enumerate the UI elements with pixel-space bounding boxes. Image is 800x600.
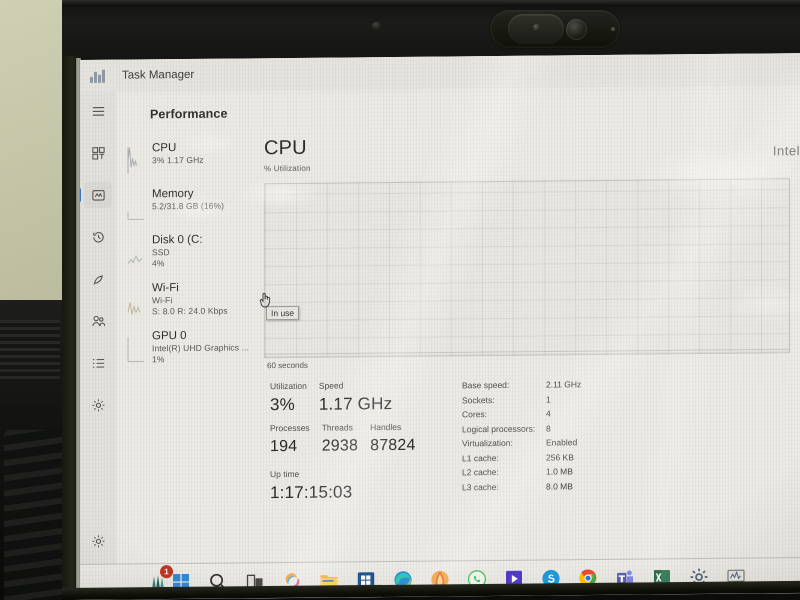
- disk-sparkline-icon: [127, 255, 143, 264]
- resource-name: Wi-Fi: [152, 282, 179, 295]
- spec-value: 8: [546, 422, 551, 434]
- laptop-photo: Task Manager Performance CPU 3% 1.17 GHz…: [0, 0, 800, 600]
- graph-x-axis-label: 60 seconds: [267, 360, 308, 371]
- cpu-sparkline-icon: [127, 147, 137, 174]
- spec-key: Base speed:: [462, 379, 510, 391]
- sidebar-item-details[interactable]: [84, 350, 112, 376]
- stat-threads: Threads 2938: [322, 421, 358, 457]
- hamburger-menu-icon[interactable]: [84, 98, 112, 124]
- stat-speed: Speed 1.17 GHz: [319, 379, 392, 416]
- window-title: Task Manager: [122, 68, 195, 82]
- webcam-lens: [566, 19, 587, 40]
- stat-label: Threads: [321, 422, 353, 433]
- spec-value: 1: [546, 393, 551, 405]
- spec-key: Logical processors:: [462, 423, 536, 434]
- webcam-mic-dot: [611, 27, 615, 31]
- resource-name: CPU: [152, 142, 177, 155]
- sidebar-item-services[interactable]: [84, 392, 112, 418]
- performance-panel: Performance CPU 3% 1.17 GHz Memory 5.2/3…: [118, 89, 800, 564]
- resource-detail: S: 8.0 R: 24.0 Kbps: [152, 305, 228, 317]
- resource-name: Memory: [152, 187, 194, 201]
- wifi-sparkline-icon: [127, 302, 141, 315]
- cpu-stats: Utilization 3% Speed 1.17 GHz Processes …: [264, 375, 790, 504]
- resource-subdetail: Intel(R) UHD Graphics ...: [152, 342, 249, 354]
- stat-label: Handles: [370, 421, 402, 433]
- cpu-specs: Base speed: 2.11 GHz Sockets: 1 Cores: 4…: [450, 375, 790, 502]
- resource-item-memory[interactable]: Memory 5.2/31.8 GB (16%): [118, 180, 258, 227]
- gpu-sparkline-icon: [127, 337, 144, 363]
- task-manager-window: Task Manager Performance CPU 3% 1.17 GHz…: [80, 53, 800, 564]
- spec-key: L3 cache:: [462, 481, 499, 492]
- resource-detail: 4%: [152, 258, 165, 269]
- sidebar-item-processes[interactable]: [84, 140, 112, 166]
- stat-value: 87824: [370, 436, 416, 455]
- sidebar-item-users[interactable]: [84, 308, 112, 334]
- graph-subtitle: % Utilization: [264, 163, 311, 174]
- cpu-utilization-plot: [265, 348, 789, 355]
- stat-utilization: Utilization 3%: [270, 380, 307, 416]
- sidebar-item-performance[interactable]: [84, 181, 112, 208]
- cpu-utilization-graph: 60 seconds: [264, 178, 790, 370]
- bezel-sensor-dot: [372, 22, 381, 29]
- intel-sticker-text: Intel: [772, 143, 800, 159]
- spec-value: 8.0 MB: [546, 480, 573, 492]
- stat-value: 3%: [270, 394, 295, 415]
- hand-cursor-icon: [259, 292, 271, 308]
- stat-value: 194: [270, 437, 298, 456]
- stat-processes: Processes 194: [270, 422, 310, 458]
- laptop-screen: Task Manager Performance CPU 3% 1.17 GHz…: [80, 53, 800, 600]
- resource-detail: 5.2/31.8 GB (16%): [152, 200, 225, 212]
- stat-value: 2938: [321, 437, 359, 455]
- spec-key: Cores:: [462, 409, 488, 420]
- resource-name: GPU 0: [152, 329, 187, 343]
- sidebar-item-startup-apps[interactable]: [84, 266, 112, 292]
- resource-item-gpu[interactable]: GPU 0 Intel(R) UHD Graphics ... 1%: [118, 322, 258, 371]
- resource-detail: 1%: [152, 354, 165, 365]
- memory-sparkline-icon: [127, 211, 144, 221]
- stat-label: Processes: [270, 422, 310, 434]
- laptop-top-bezel: [62, 0, 800, 62]
- resource-item-disk[interactable]: Disk 0 (C: SSD 4%: [118, 226, 258, 275]
- cpu-graph-pane: CPU % Utilization 60 seconds Utilization…: [258, 123, 800, 504]
- resource-name: Disk 0 (C:: [152, 233, 203, 247]
- stat-uptime: Up time 1:17:15:03: [270, 466, 450, 504]
- stat-label: Utilization: [270, 380, 307, 392]
- resource-list: CPU 3% 1.17 GHz Memory 5.2/31.8 GB (16%)…: [118, 128, 258, 505]
- resource-item-cpu[interactable]: CPU 3% 1.17 GHz: [118, 134, 258, 181]
- spec-key: L1 cache:: [462, 452, 499, 463]
- webcam-indicator-dot: [533, 24, 540, 31]
- laptop-lid-edge: [62, 0, 800, 6]
- stat-label: Speed: [318, 380, 344, 391]
- resource-item-wifi[interactable]: Wi-Fi Wi-Fi S: 8.0 R: 24.0 Kbps: [118, 274, 258, 323]
- spec-value: 1.0 MB: [546, 466, 573, 477]
- sidebar-item-app-history[interactable]: [84, 224, 112, 250]
- spec-row: L3 cache: 8.0 MB: [462, 477, 790, 495]
- spec-value: 4: [546, 408, 551, 419]
- gear-icon[interactable]: [84, 528, 112, 554]
- stat-value: 1.17 GHz: [318, 394, 393, 414]
- stat-handles: Handles 87824: [370, 421, 416, 457]
- chart-bars-icon: [90, 69, 106, 83]
- spec-value: Enabled: [546, 437, 578, 448]
- spec-value: 256 KB: [546, 451, 574, 463]
- spec-value: 2.11 GHz: [546, 379, 582, 390]
- spec-key: Sockets:: [462, 394, 495, 405]
- resource-detail: 3% 1.17 GHz: [152, 154, 204, 166]
- spec-key: Virtualization:: [462, 437, 513, 449]
- graph-title: CPU: [264, 136, 307, 160]
- navigation-rail: [80, 91, 116, 564]
- stat-value: 1:17:15:03: [270, 482, 353, 503]
- spec-key: L2 cache:: [462, 466, 499, 478]
